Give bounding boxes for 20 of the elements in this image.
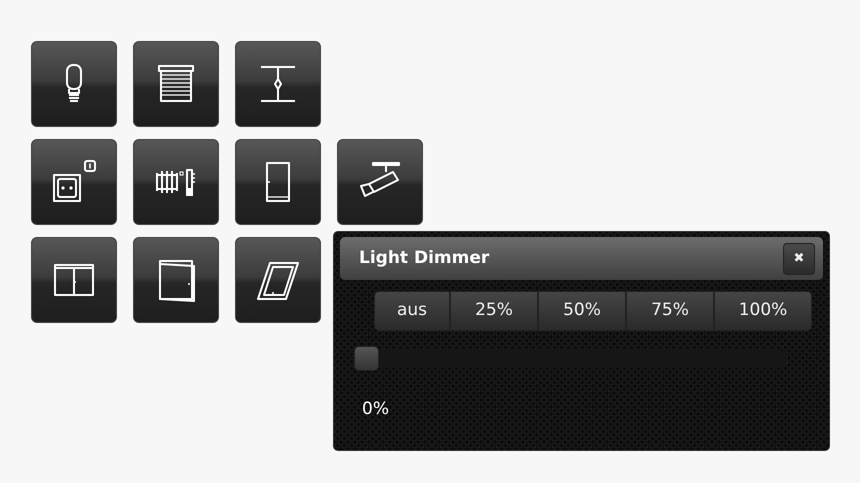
level-reading: 0%	[362, 398, 389, 421]
device-tile[interactable]	[31, 41, 117, 127]
device-tile[interactable]	[31, 139, 117, 225]
preset-button[interactable]: 25%	[450, 291, 538, 331]
preset-button[interactable]: aus	[374, 291, 450, 331]
device-tile[interactable]	[235, 237, 321, 323]
device-tile[interactable]	[31, 237, 117, 323]
close-button[interactable]: ✖	[783, 242, 815, 274]
preset-button[interactable]: 100%	[714, 291, 812, 331]
preset-button[interactable]: 75%	[626, 291, 714, 331]
device-tile[interactable]	[133, 139, 219, 225]
device-tile[interactable]	[235, 139, 321, 225]
slider-handle[interactable]	[354, 346, 379, 371]
device-tile[interactable]	[235, 41, 321, 127]
dimmer-slider[interactable]	[354, 345, 788, 372]
device-tile[interactable]	[337, 139, 423, 225]
device-tile[interactable]	[133, 237, 219, 323]
dialog-title: Light Dimmer	[359, 246, 490, 270]
preset-button[interactable]: 50%	[538, 291, 626, 331]
device-tile[interactable]	[133, 41, 219, 127]
